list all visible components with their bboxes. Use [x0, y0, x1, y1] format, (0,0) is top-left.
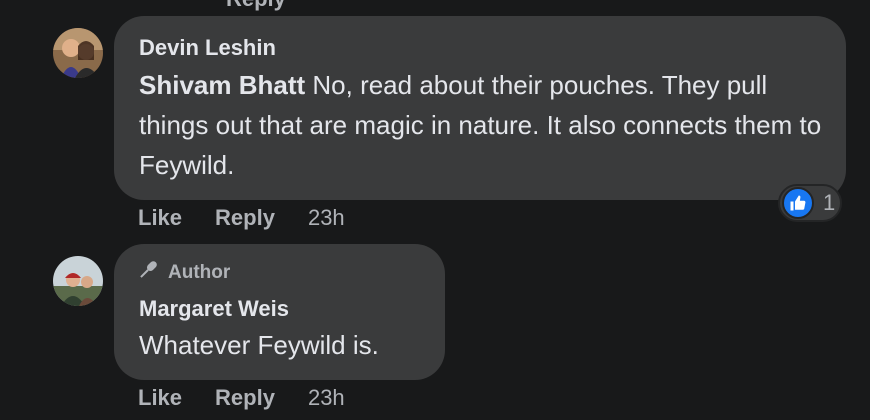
comment-timestamp[interactable]: 23h — [308, 205, 345, 231]
comment-text: Whatever Feywild is. — [139, 330, 379, 360]
comment-actions: Like Reply 23h — [138, 205, 345, 231]
previous-comment-reply-link[interactable]: Reply — [226, 0, 286, 12]
avatar[interactable] — [53, 256, 103, 306]
reaction-summary[interactable]: 1 — [778, 184, 842, 222]
author-badge-label: Author — [168, 262, 231, 283]
comment-author-name[interactable]: Margaret Weis — [139, 296, 289, 322]
author-badge: Author — [136, 258, 230, 288]
comment-text: Shivam Bhatt No, read about their pouche… — [139, 65, 829, 185]
comment-actions: Like Reply 23h — [138, 385, 345, 411]
like-button[interactable]: Like — [138, 385, 182, 411]
thumbs-up-icon — [782, 187, 814, 219]
mention-link[interactable]: Shivam Bhatt — [139, 70, 305, 100]
reply-button[interactable]: Reply — [215, 385, 275, 411]
comment-timestamp[interactable]: 23h — [308, 385, 345, 411]
comment-bubble: Devin Leshin Shivam Bhatt No, read about… — [114, 16, 846, 200]
reply-button[interactable]: Reply — [215, 205, 275, 231]
comment-author-name[interactable]: Devin Leshin — [139, 35, 276, 61]
comment-bubble: Author Margaret Weis Whatever Feywild is… — [114, 244, 445, 380]
reaction-count: 1 — [823, 190, 836, 215]
avatar[interactable] — [53, 28, 103, 78]
like-button[interactable]: Like — [138, 205, 182, 231]
microphone-icon — [136, 258, 160, 288]
